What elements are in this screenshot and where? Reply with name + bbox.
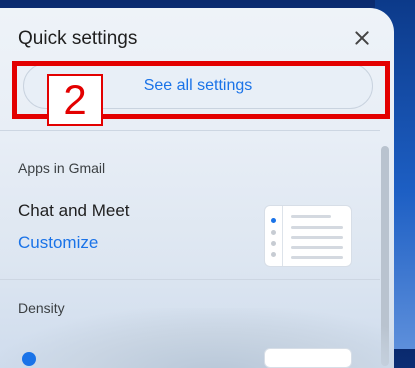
close-icon[interactable] bbox=[352, 28, 372, 48]
apps-section-heading: Apps in Gmail bbox=[18, 160, 106, 176]
chat-meet-label: Chat and Meet bbox=[18, 201, 130, 220]
divider bbox=[0, 130, 380, 131]
density-radio[interactable] bbox=[22, 352, 36, 366]
divider bbox=[0, 279, 380, 280]
panel-title: Quick settings bbox=[18, 28, 138, 49]
annotation-number: 2 bbox=[47, 74, 103, 126]
density-preview-icon bbox=[264, 348, 352, 368]
chat-meet-preview-icon bbox=[264, 205, 352, 267]
customize-link[interactable]: Customize bbox=[18, 233, 98, 253]
